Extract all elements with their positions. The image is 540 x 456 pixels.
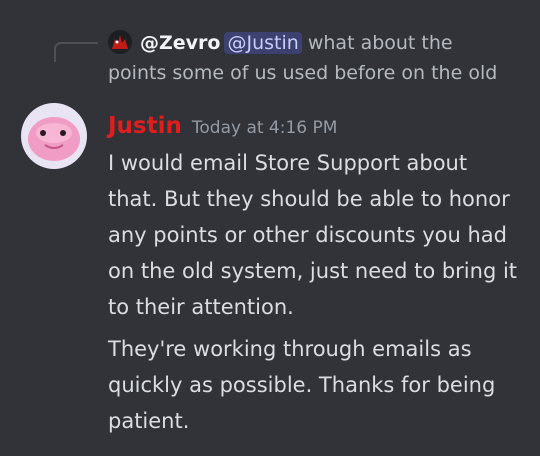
message-paragraph: I would email Store Support about that. … [108, 151, 518, 319]
reply-author[interactable]: @Zevro [140, 32, 220, 54]
reply-mention[interactable]: @Justin [224, 32, 302, 54]
reply-preview[interactable]: @Zevro @Justin what about the points some… [108, 28, 513, 88]
message-paragraph: They're working through emails as quickl… [108, 337, 496, 433]
message-content: I would email Store Support about that. … [108, 145, 518, 439]
message-timestamp[interactable]: Today at 4:16 PM [192, 118, 338, 138]
message-header: Justin Today at 4:16 PM [108, 110, 337, 144]
message-author[interactable]: Justin [108, 113, 182, 139]
reply-spine [54, 42, 98, 62]
reply-avatar-icon[interactable] [108, 30, 132, 54]
avatar-icon[interactable] [21, 103, 87, 169]
